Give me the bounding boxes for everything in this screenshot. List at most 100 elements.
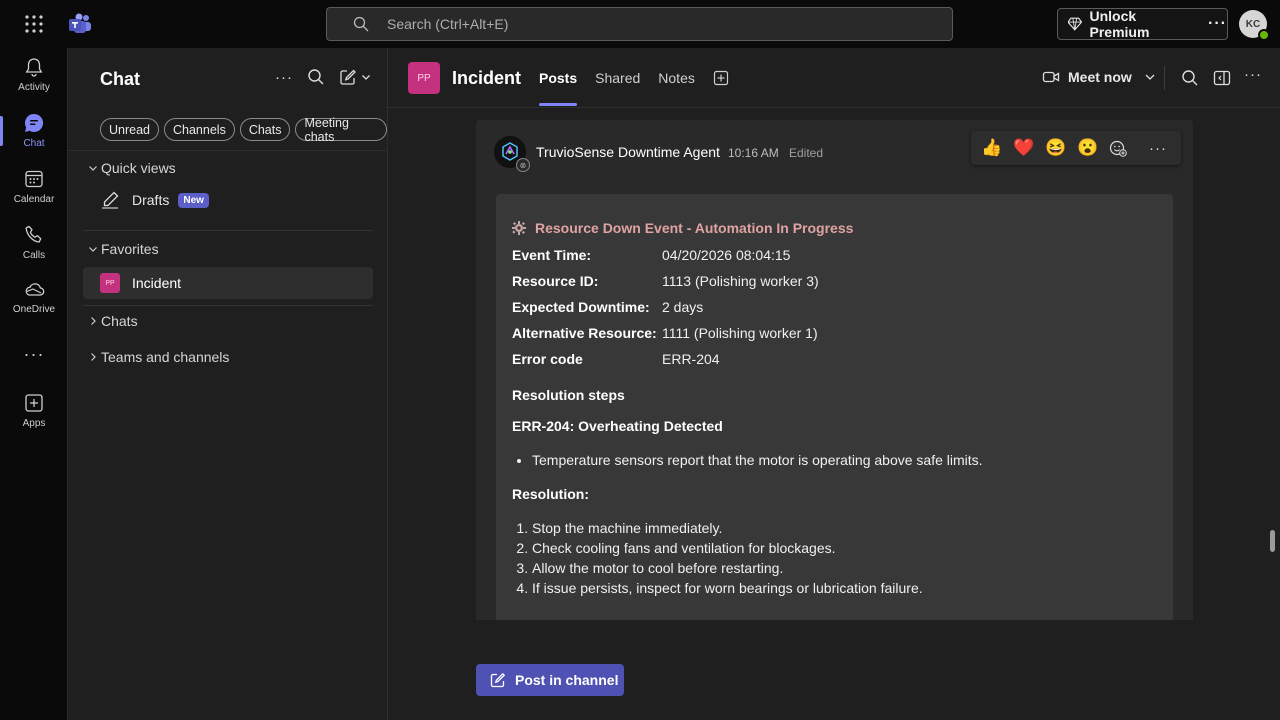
section-label: Teams and channels (101, 349, 230, 365)
section-label: Favorites (101, 241, 159, 257)
user-avatar[interactable]: KC (1239, 10, 1270, 41)
search-icon[interactable] (1181, 69, 1199, 87)
sender-name[interactable]: TruvioSense Downtime Agent (536, 144, 720, 160)
filter-chats[interactable]: Chats (239, 118, 291, 141)
field-alternative-resource: Alternative Resource: 1111 (Polishing wo… (512, 320, 1157, 346)
field-label: Event Time: (512, 247, 592, 263)
rail-calls[interactable]: Calls (0, 216, 68, 268)
search-icon (353, 16, 369, 32)
channel-header: PP Incident Posts Shared Notes Meet now … (388, 48, 1280, 108)
list-item: Temperature sensors report that the moto… (532, 452, 1157, 468)
tab-posts[interactable]: Posts (539, 48, 578, 108)
heart-reaction-icon[interactable]: ❤️ (1013, 138, 1034, 158)
premium-more-icon[interactable]: ··· (1208, 15, 1227, 33)
rail-label: Calls (22, 249, 46, 261)
scrollbar-thumb[interactable] (1270, 530, 1275, 552)
panel-more-icon[interactable]: ··· (275, 69, 293, 86)
post-in-channel-button[interactable]: Post in channel (476, 664, 624, 696)
resolution-heading: Resolution: (512, 486, 589, 502)
section-chats[interactable]: Chats (88, 313, 138, 329)
rail-label: OneDrive (12, 303, 56, 315)
search-icon[interactable] (307, 68, 325, 86)
filter-unread[interactable]: Unread (100, 118, 159, 141)
section-quick-views[interactable]: Quick views (88, 160, 176, 176)
rail-chat[interactable]: Chat (0, 104, 68, 156)
side-panel-icon[interactable] (1213, 69, 1231, 87)
bell-icon (25, 57, 43, 77)
section-label: Chats (101, 313, 138, 329)
rail-onedrive[interactable]: OneDrive (0, 270, 68, 322)
post-in-channel-label: Post in channel (515, 672, 619, 688)
pencil-icon (102, 191, 119, 209)
search-placeholder: Search (Ctrl+Alt+E) (387, 16, 509, 32)
app-launcher-icon[interactable] (22, 12, 46, 36)
meet-now-button[interactable]: Meet now (1042, 68, 1156, 86)
card-title: Resource Down Event - Automation In Prog… (512, 220, 1157, 236)
surprised-reaction-icon[interactable]: 😮 (1077, 138, 1098, 158)
field-error-code: Error code ERR-204 (512, 346, 1157, 372)
unlock-premium-button[interactable]: Unlock Premium ··· (1057, 8, 1228, 40)
new-chat-button[interactable] (339, 68, 371, 86)
tab-notes[interactable]: Notes (658, 48, 695, 108)
new-badge: New (178, 192, 209, 208)
field-value: ERR-204 (662, 351, 720, 367)
field-label: Resource ID: (512, 273, 599, 289)
rail-apps[interactable]: Apps (0, 384, 68, 436)
app-rail: Activity Chat Calendar Calls OneDrive ··… (0, 48, 68, 720)
filter-channels[interactable]: Channels (164, 118, 235, 141)
error-heading: ERR-204: Overheating Detected (512, 418, 723, 434)
like-reaction-icon[interactable]: 👍 (981, 138, 1002, 158)
section-label: Quick views (101, 160, 176, 176)
header-more-icon[interactable]: ··· (1244, 66, 1266, 84)
incident-label: Incident (132, 275, 182, 291)
phone-icon (25, 225, 42, 243)
filter-meeting-chats[interactable]: Meeting chats (295, 116, 387, 144)
channel-avatar: PP (408, 62, 440, 94)
chat-icon (24, 113, 44, 132)
rail-calendar[interactable]: Calendar (0, 160, 68, 212)
chat-item-incident[interactable]: PP Incident (83, 267, 373, 299)
divider (68, 150, 388, 151)
rail-label: Calendar (13, 193, 55, 205)
chevron-down-icon[interactable] (1144, 71, 1156, 83)
divider (1164, 66, 1165, 90)
rail-label: Apps (22, 417, 46, 429)
add-tab-icon[interactable] (713, 70, 729, 86)
filter-chips: Unread Channels Chats Meeting chats (100, 116, 387, 144)
field-label: Error code (512, 351, 583, 367)
message-time: 10:16 AM (728, 146, 779, 160)
chevron-right-icon (91, 317, 96, 325)
laugh-reaction-icon[interactable]: 😆 (1045, 138, 1066, 158)
title-bar: Search (Ctrl+Alt+E) Unlock Premium ··· K… (0, 0, 1280, 48)
card-title-text: Resource Down Event - Automation In Prog… (535, 220, 854, 236)
message-more-icon[interactable]: ··· (1149, 140, 1167, 157)
user-initials: KC (1245, 18, 1261, 30)
rail-more-icon[interactable]: ··· (0, 344, 68, 365)
panel-title: Chat (100, 69, 140, 89)
list-item: Stop the machine immediately. (532, 518, 1157, 538)
resolution-steps-heading: Resolution steps (512, 387, 625, 403)
calendar-icon (25, 170, 43, 187)
tab-shared[interactable]: Shared (595, 48, 640, 108)
list-item: If issue persists, inspect for worn bear… (532, 578, 1157, 598)
channel-title: Incident (452, 68, 522, 88)
field-label: Alternative Resource: (512, 325, 657, 341)
rail-activity[interactable]: Activity (0, 48, 68, 100)
add-reaction-icon[interactable] (1109, 139, 1127, 157)
section-favorites[interactable]: Favorites (88, 241, 159, 257)
field-value: 2 days (662, 299, 704, 315)
bot-indicator-icon: ⊗ (516, 158, 530, 172)
add-app-icon (25, 393, 43, 412)
field-value: 04/20/2026 08:04:15 (662, 247, 791, 263)
search-input[interactable]: Search (Ctrl+Alt+E) (326, 7, 953, 41)
edited-label: Edited (789, 146, 824, 160)
chevron-right-icon (91, 353, 96, 361)
incident-avatar: PP (100, 273, 120, 293)
field-resource-id: Resource ID: 1113 (Polishing worker 3) (512, 268, 1157, 294)
drafts-item[interactable]: Drafts New (100, 190, 209, 210)
field-expected-downtime: Expected Downtime: 2 days (512, 294, 1157, 320)
unlock-premium-label: Unlock Premium (1089, 8, 1150, 40)
compose-icon (340, 69, 356, 85)
teams-logo-icon (68, 12, 92, 36)
section-teams-and-channels[interactable]: Teams and channels (88, 349, 229, 365)
